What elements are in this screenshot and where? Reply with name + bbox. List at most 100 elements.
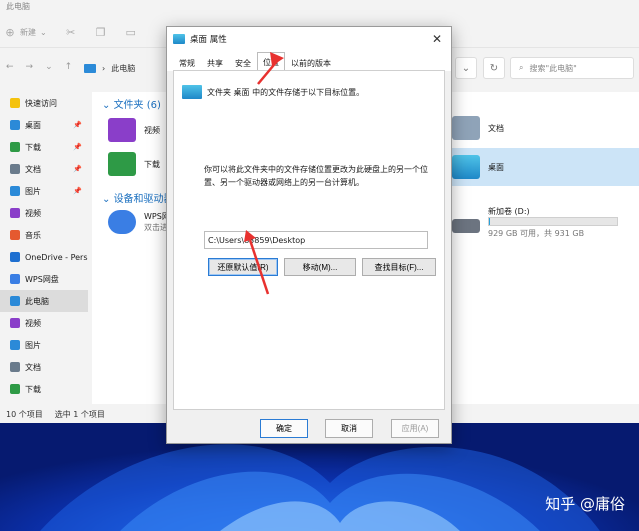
- drive-sub: 929 GB 可用，共 931 GB: [488, 229, 585, 238]
- address-controls: ⌄ ↻: [455, 57, 505, 79]
- sidebar-item[interactable]: 音乐: [0, 224, 88, 246]
- up-icon[interactable]: ↑: [65, 62, 73, 72]
- sidebar-item[interactable]: 快速访问: [0, 92, 88, 114]
- pin-icon[interactable]: 📌: [73, 187, 82, 195]
- pin-icon[interactable]: 📌: [73, 143, 82, 151]
- drive-label: 新加卷 (D:): [488, 207, 530, 216]
- folder-item-selected[interactable]: 桌面: [448, 148, 639, 186]
- sidebar-item-label: WPS网盘: [25, 274, 59, 284]
- sidebar-item-label: 文档: [25, 164, 41, 174]
- tab-4[interactable]: 以前的版本: [285, 55, 337, 71]
- sidebar-item[interactable]: 下载 📌: [0, 136, 88, 158]
- folder-item[interactable]: 文档: [452, 116, 504, 140]
- document-icon: [10, 164, 20, 174]
- sidebar-item-label: 此电脑: [25, 296, 49, 306]
- search-input[interactable]: ⌕ 搜索"此电脑": [510, 57, 634, 79]
- apply-button[interactable]: 应用(A): [391, 419, 439, 438]
- sidebar-item[interactable]: 图片: [0, 334, 88, 356]
- dialog-titlebar: 桌面 属性 ✕: [167, 27, 451, 51]
- folder-item[interactable]: 下载: [108, 152, 160, 176]
- properties-dialog: 桌面 属性 ✕ 常规 共享 安全 位置 以前的版本 文件夹 桌面 中的文件存储于以下目标…: [166, 26, 452, 444]
- download-icon: [10, 142, 20, 152]
- tab-1[interactable]: 共享: [201, 55, 229, 71]
- chevron-down-icon[interactable]: ⌄: [455, 57, 477, 79]
- copy-icon[interactable]: ❐: [95, 26, 107, 39]
- group-header-devices[interactable]: ⌄ 设备和驱动器: [102, 190, 174, 205]
- sidebar-item[interactable]: 此电脑: [0, 290, 88, 312]
- search-placeholder: 搜索"此电脑": [529, 63, 577, 73]
- new-button-label: 新建: [20, 28, 36, 37]
- dialog-title: 桌面 属性: [190, 35, 227, 45]
- star-icon: [10, 98, 20, 108]
- desktop-icon: [173, 34, 185, 44]
- drive-item[interactable]: WPS网 双击进: [108, 210, 170, 234]
- sidebar-item-label: 桌面: [25, 120, 41, 130]
- location-tab-panel: 文件夹 桌面 中的文件存储于以下目标位置。 你可以将此文件夹中的文件存储位置更改…: [173, 70, 445, 410]
- group-header-folders[interactable]: ⌄ 文件夹 (6): [102, 96, 161, 111]
- sidebar-item[interactable]: 桌面 📌: [0, 114, 88, 136]
- sidebar-item-label: OneDrive - Pers: [25, 252, 88, 262]
- sidebar-item[interactable]: WPS网盘: [0, 268, 88, 290]
- refresh-icon[interactable]: ↻: [483, 57, 505, 79]
- drive-usage-bar: [488, 217, 618, 226]
- restore-default-button[interactable]: 还原默认值(R): [208, 258, 278, 276]
- folder-label: 文档: [488, 123, 504, 133]
- tab-strip: 常规 共享 安全 位置 以前的版本: [167, 51, 451, 71]
- document-folder-icon: [452, 116, 480, 140]
- computer-icon: [10, 296, 20, 306]
- pin-icon[interactable]: 📌: [73, 165, 82, 173]
- paste-icon[interactable]: ▭: [125, 26, 137, 39]
- forward-icon[interactable]: →: [26, 62, 34, 72]
- sidebar-item[interactable]: OneDrive - Pers: [0, 246, 88, 268]
- cut-icon[interactable]: ✂: [65, 26, 77, 39]
- sidebar-item[interactable]: 视频: [0, 312, 88, 334]
- tab-3[interactable]: 位置: [257, 52, 285, 71]
- sidebar-item-label: 图片: [25, 340, 41, 350]
- cancel-button[interactable]: 取消: [325, 419, 373, 438]
- download-icon: [10, 384, 20, 394]
- drive-item[interactable]: 新加卷 (D:) 929 GB 可用，共 931 GB: [452, 206, 618, 239]
- video-folder-icon: [108, 118, 136, 142]
- tab-2[interactable]: 安全: [229, 55, 257, 71]
- sidebar-item[interactable]: 图片 📌: [0, 180, 88, 202]
- location-line: 文件夹 桌面 中的文件存储于以下目标位置。: [182, 85, 364, 99]
- find-target-button[interactable]: 查找目标(F)...: [362, 258, 436, 276]
- sidebar-item-label: 视频: [25, 318, 41, 328]
- new-button[interactable]: ⊕ 新建 ⌄: [4, 26, 46, 39]
- sidebar-item-label: 音乐: [25, 230, 41, 240]
- video-icon: [10, 208, 20, 218]
- sidebar-item[interactable]: 下载: [0, 378, 88, 400]
- sidebar-item-label: 文档: [25, 362, 41, 372]
- chevron-down-icon: ⌄: [102, 100, 114, 111]
- desktop-folder-icon: [452, 155, 480, 179]
- document-icon: [10, 362, 20, 372]
- path-field[interactable]: C:\Users\83859\Desktop: [204, 231, 428, 249]
- back-icon[interactable]: ←: [6, 62, 14, 72]
- desktop-folder-icon: [182, 85, 202, 99]
- chevron-right-icon: ›: [102, 63, 106, 73]
- address-path: 此电脑: [111, 63, 136, 73]
- sidebar-item-label: 图片: [25, 186, 41, 196]
- location-description: 你可以将此文件夹中的文件存储位置更改为此硬盘上的另一个位置、另一个驱动器或网络上…: [204, 165, 428, 187]
- close-icon[interactable]: ✕: [429, 31, 445, 47]
- watermark: 知乎 @庸俗: [545, 495, 625, 513]
- folder-item[interactable]: 视频: [108, 118, 160, 142]
- ok-button[interactable]: 确定: [260, 419, 308, 438]
- video-icon: [10, 318, 20, 328]
- sidebar-item[interactable]: 视频: [0, 202, 88, 224]
- search-icon: ⌕: [519, 63, 524, 72]
- music-icon: [10, 230, 20, 240]
- sidebar-item-label: 快速访问: [25, 98, 57, 108]
- folder-label: 桌面: [488, 162, 504, 172]
- address-bar[interactable]: › 此电脑: [80, 57, 176, 79]
- navigation-pane: 快速访问 桌面 📌 下载 📌 文档 📌 图片 📌 视频 音乐 OneDrive - Pers WPS网盘…: [0, 92, 88, 404]
- chevron-down-icon[interactable]: ⌄: [45, 62, 53, 72]
- tab-0[interactable]: 常规: [173, 55, 201, 71]
- selected-count: 选中 1 个项目: [54, 409, 105, 419]
- sidebar-item[interactable]: 文档: [0, 356, 88, 378]
- sidebar-item[interactable]: 文档 📌: [0, 158, 88, 180]
- pin-icon[interactable]: 📌: [73, 121, 82, 129]
- cloud-icon: [10, 252, 20, 262]
- move-button[interactable]: 移动(M)...: [284, 258, 356, 276]
- computer-icon: [84, 63, 96, 73]
